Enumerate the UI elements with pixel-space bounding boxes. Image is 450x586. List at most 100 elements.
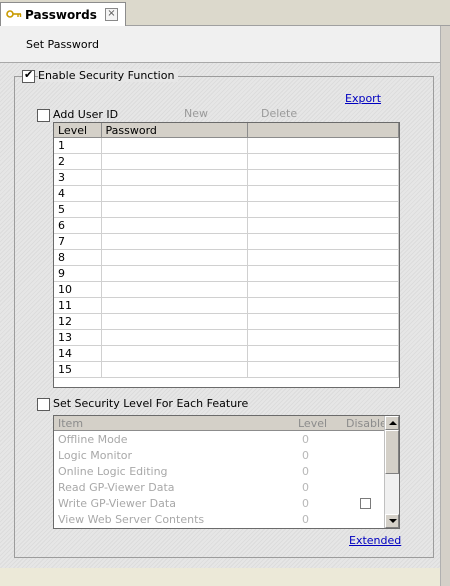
feature-disable-cell: [342, 431, 384, 448]
blank-cell: [247, 281, 399, 298]
table-row[interactable]: 6: [54, 217, 399, 234]
feature-security-checkbox[interactable]: [37, 398, 50, 411]
close-icon[interactable]: ×: [105, 8, 118, 21]
blank-cell: [247, 265, 399, 282]
level-cell: 7: [54, 233, 102, 250]
feature-disable-cell: [342, 447, 384, 463]
table-row[interactable]: 2: [54, 153, 399, 170]
blank-cell: [247, 185, 399, 202]
feature-level-value[interactable]: 0: [294, 495, 342, 511]
scrollbar-thumb[interactable]: [385, 430, 399, 474]
feature-security-label: Set Security Level For Each Feature: [53, 397, 249, 410]
feature-level-value[interactable]: 0: [294, 511, 342, 527]
table-row[interactable]: 11: [54, 297, 399, 314]
feature-item-label: Logic Monitor: [58, 448, 133, 462]
table-row[interactable]: 10: [54, 281, 399, 298]
column-header-item[interactable]: Item: [54, 416, 294, 431]
feature-item-label: Read GP-Viewer Data: [58, 480, 175, 494]
table-row[interactable]: 1: [54, 137, 399, 154]
feature-disable-cell: [342, 463, 384, 479]
delete-button[interactable]: Delete: [261, 107, 297, 120]
blank-cell: [247, 217, 399, 234]
level-cell: 11: [54, 297, 102, 314]
list-item[interactable]: Offline Mode 0: [54, 431, 384, 448]
feature-level-value[interactable]: 0: [294, 463, 342, 479]
level-cell: 8: [54, 249, 102, 266]
password-cell[interactable]: [101, 265, 248, 282]
vertical-scrollbar[interactable]: [384, 416, 399, 528]
password-cell[interactable]: [101, 249, 248, 266]
list-item[interactable]: View Web Server Contents 0: [54, 511, 384, 527]
blank-cell: [247, 249, 399, 266]
feature-level-value[interactable]: 0: [294, 447, 342, 463]
table-row[interactable]: 4: [54, 185, 399, 202]
password-cell[interactable]: [101, 329, 248, 346]
password-cell[interactable]: [101, 169, 248, 186]
tab-passwords[interactable]: Passwords ×: [0, 2, 126, 26]
new-button[interactable]: New: [184, 107, 208, 120]
list-item[interactable]: Online Logic Editing 0: [54, 463, 384, 479]
blank-cell: [247, 313, 399, 330]
level-cell: 13: [54, 329, 102, 346]
scroll-up-arrow-icon[interactable]: [385, 416, 399, 430]
feature-item-label: Online Logic Editing: [58, 464, 168, 478]
password-cell[interactable]: [101, 217, 248, 234]
blank-cell: [247, 153, 399, 170]
column-header-password[interactable]: Password: [101, 123, 248, 138]
blank-cell: [247, 329, 399, 346]
table-row[interactable]: 14: [54, 345, 399, 362]
feature-disable-cell: [342, 495, 384, 511]
list-item[interactable]: Logic Monitor 0: [54, 447, 384, 463]
disable-checkbox[interactable]: [360, 498, 371, 509]
password-cell[interactable]: [101, 345, 248, 362]
extended-link[interactable]: Extended: [349, 534, 401, 547]
level-cell: 6: [54, 217, 102, 234]
column-header-blank: [247, 123, 399, 138]
table-row[interactable]: 15: [54, 361, 399, 378]
export-link[interactable]: Export: [345, 92, 381, 105]
password-cell[interactable]: [101, 297, 248, 314]
feature-security-list[interactable]: Item Level Disable Offline Mode 0 Logic Mo…: [53, 415, 400, 529]
enable-security-label: Enable Security Function: [38, 69, 179, 82]
table-row[interactable]: 5: [54, 201, 399, 218]
table-row[interactable]: 12: [54, 313, 399, 330]
feature-item-label: Offline Mode: [58, 432, 128, 446]
column-header-level[interactable]: Level: [294, 416, 342, 431]
level-cell: 2: [54, 153, 102, 170]
level-cell: 10: [54, 281, 102, 298]
column-header-level[interactable]: Level: [54, 123, 102, 138]
password-cell[interactable]: [101, 137, 248, 154]
scroll-down-arrow-icon[interactable]: [385, 514, 399, 528]
list-item[interactable]: Read GP-Viewer Data 0: [54, 479, 384, 495]
table-row[interactable]: 8: [54, 249, 399, 266]
list-item[interactable]: Write GP-Viewer Data 0: [54, 495, 384, 511]
feature-level-value[interactable]: 0: [294, 431, 342, 448]
table-row[interactable]: 9: [54, 265, 399, 282]
feature-disable-cell: [342, 511, 384, 527]
feature-disable-cell: [342, 479, 384, 495]
blank-cell: [247, 297, 399, 314]
level-cell: 15: [54, 361, 102, 378]
user-id-table[interactable]: Level Password 1 2 3 4 5 6 7 8 9 10 11 12 13 14 15: [53, 122, 400, 388]
level-cell: 3: [54, 169, 102, 186]
page-header: Set Password: [0, 26, 440, 63]
column-header-disable[interactable]: Disable: [342, 416, 387, 431]
enable-security-checkbox[interactable]: [22, 68, 35, 83]
password-cell[interactable]: [101, 153, 248, 170]
add-user-id-label: Add User ID: [53, 108, 119, 121]
blank-cell: [247, 137, 399, 154]
add-user-id-checkbox[interactable]: [37, 109, 50, 122]
table-row[interactable]: 7: [54, 233, 399, 250]
feature-level-value[interactable]: 0: [294, 479, 342, 495]
password-cell[interactable]: [101, 185, 248, 202]
password-cell[interactable]: [101, 201, 248, 218]
feature-item-label: Write GP-Viewer Data: [58, 496, 176, 510]
table-row[interactable]: 13: [54, 329, 399, 346]
password-cell[interactable]: [101, 361, 248, 378]
level-cell: 5: [54, 201, 102, 218]
table-header-row: Level Password: [54, 123, 399, 138]
password-cell[interactable]: [101, 313, 248, 330]
table-row[interactable]: 3: [54, 169, 399, 186]
password-cell[interactable]: [101, 281, 248, 298]
password-cell[interactable]: [101, 233, 248, 250]
